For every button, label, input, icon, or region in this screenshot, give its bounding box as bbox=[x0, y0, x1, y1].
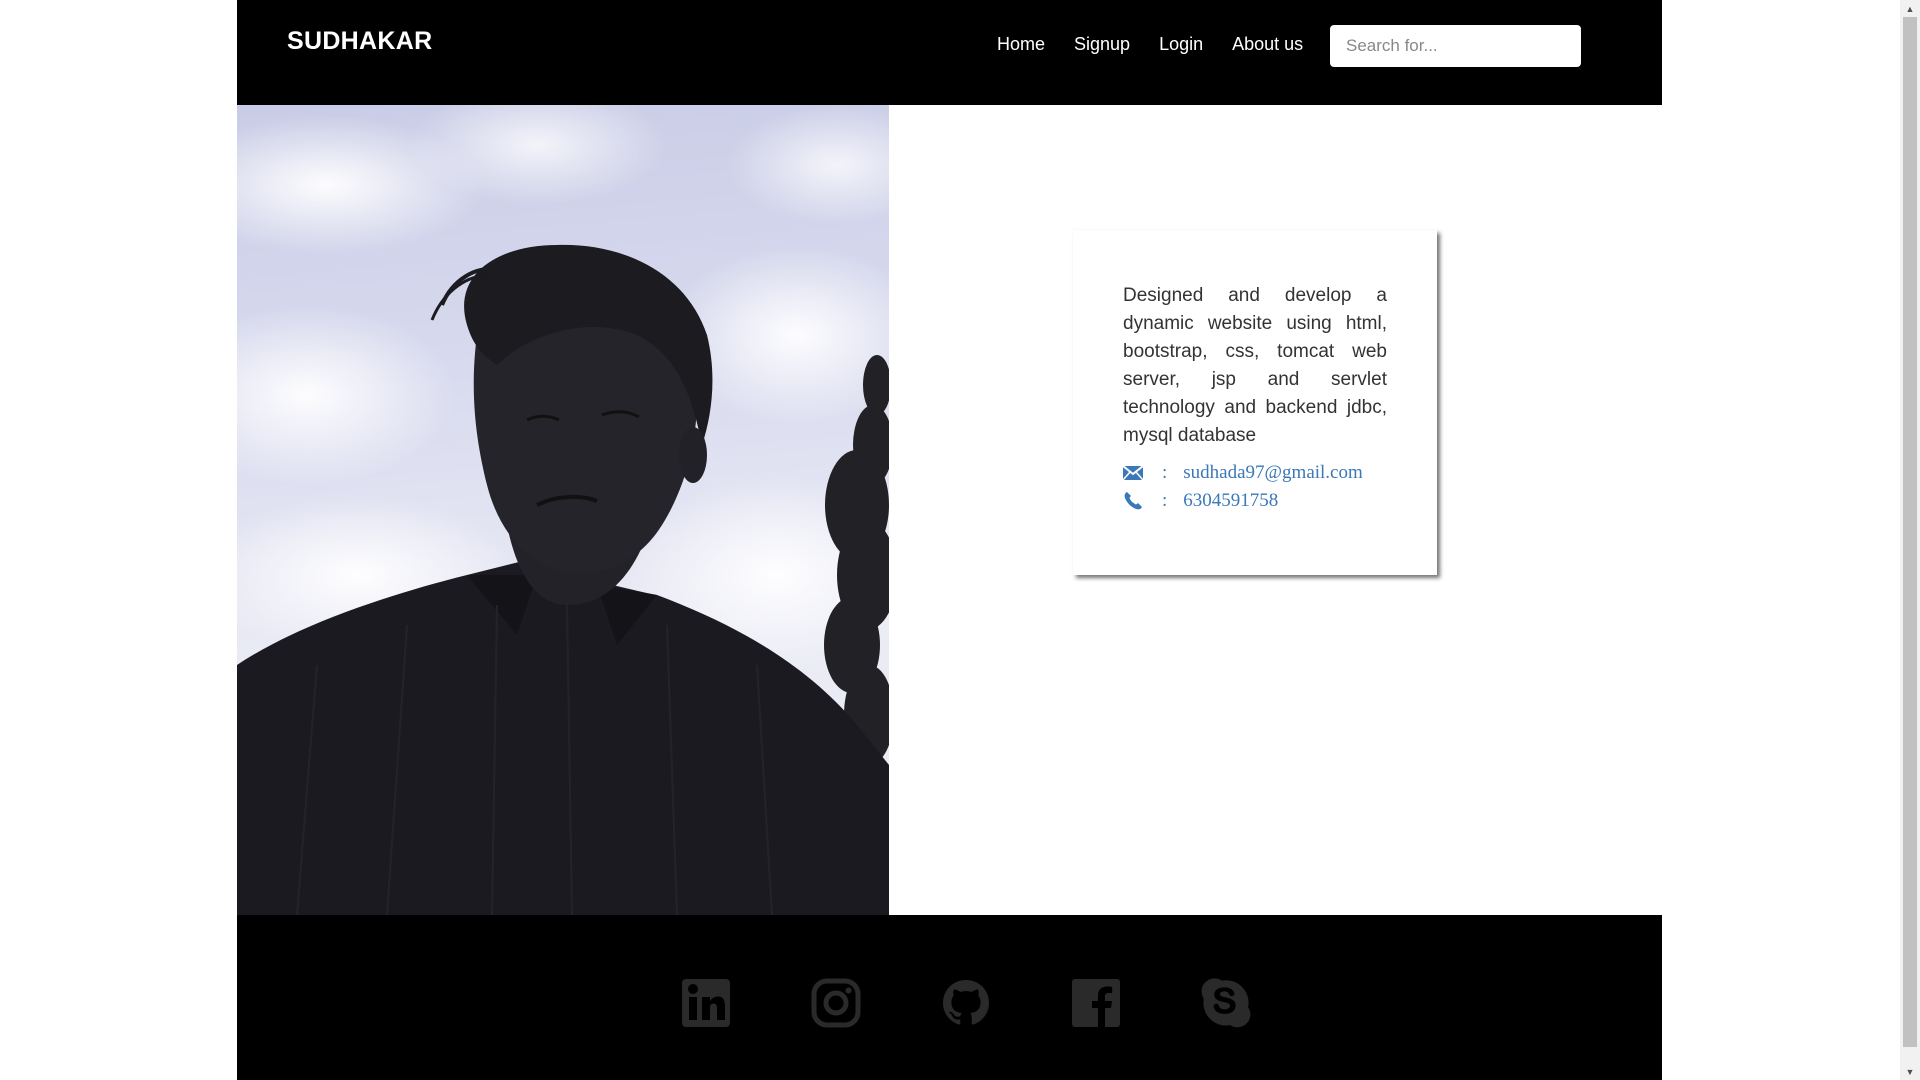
nav-link-about-us[interactable]: About us bbox=[1232, 34, 1303, 55]
nav-link-home[interactable]: Home bbox=[997, 34, 1045, 55]
phone-icon bbox=[1123, 491, 1145, 511]
nav-link-login[interactable]: Login bbox=[1159, 34, 1203, 55]
email-link[interactable]: sudhada97@gmail.com bbox=[1183, 462, 1363, 484]
vertical-scrollbar[interactable]: ▲ ▼ bbox=[1900, 0, 1920, 1080]
nav-link-signup[interactable]: Signup bbox=[1074, 34, 1130, 55]
social-links bbox=[681, 978, 1331, 1028]
search-input[interactable] bbox=[1330, 25, 1581, 67]
scrollbar-thumb[interactable] bbox=[1903, 17, 1917, 1047]
phone-number: 6304591758 bbox=[1183, 490, 1279, 511]
github-icon[interactable] bbox=[941, 978, 991, 1028]
email-row: : sudhada97@gmail.com bbox=[1123, 462, 1387, 484]
scroll-down-arrow-icon[interactable]: ▼ bbox=[1900, 1063, 1920, 1080]
footer bbox=[237, 915, 1662, 1080]
brand-logo[interactable]: SUDHAKAR bbox=[287, 27, 432, 56]
profile-photo bbox=[237, 105, 889, 915]
linkedin-icon[interactable] bbox=[681, 978, 731, 1028]
phone-row: : 6304591758 bbox=[1123, 490, 1387, 512]
phone-separator: : bbox=[1162, 490, 1168, 511]
envelope-icon bbox=[1123, 463, 1145, 483]
profile-card: Designed and develop a dynamic website u… bbox=[1073, 230, 1437, 575]
navbar: SUDHAKAR Home Signup Login About us bbox=[237, 0, 1662, 105]
nav-links: Home Signup Login About us bbox=[997, 34, 1332, 55]
email-separator: : bbox=[1162, 462, 1168, 483]
instagram-icon[interactable] bbox=[811, 978, 861, 1028]
page: SUDHAKAR Home Signup Login About us Sear… bbox=[237, 0, 1662, 1080]
facebook-icon[interactable] bbox=[1071, 978, 1121, 1028]
scroll-up-arrow-icon[interactable]: ▲ bbox=[1900, 0, 1920, 17]
profile-description: Designed and develop a dynamic website u… bbox=[1123, 285, 1387, 446]
skype-icon[interactable] bbox=[1201, 978, 1251, 1028]
